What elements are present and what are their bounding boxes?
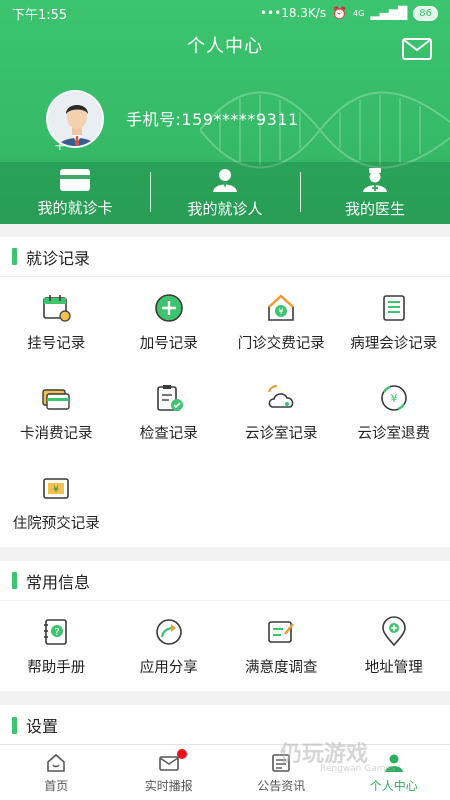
quick-access-bar: 我的就诊卡 我的就诊人 我的医生: [0, 162, 450, 224]
notification-badge: [176, 749, 187, 759]
grid-label: 满意度调查: [245, 659, 318, 676]
signal-icon: ▂▄▆█: [370, 6, 408, 20]
section-title: 就诊记录: [0, 237, 450, 277]
help-book-icon: ?: [44, 618, 68, 645]
svg-text:¥: ¥: [390, 392, 397, 405]
card-icon: [60, 168, 90, 191]
doctor-icon: [363, 167, 387, 192]
home-icon: [47, 753, 66, 772]
survey-edit-icon: [268, 620, 295, 643]
network-type: 4G: [353, 8, 365, 18]
common-info-section: 常用信息 ? 帮助手册 应用分享 满意度调查 地址管理: [0, 561, 450, 691]
watermark: 仍玩游戏 Rengwan Games: [280, 736, 396, 774]
plus-decoration: +: [54, 138, 66, 154]
grid-label: 云诊室退费: [357, 425, 431, 442]
section-title-text: 就诊记录: [26, 248, 91, 268]
pathology-consult-records[interactable]: 病理会诊记录: [338, 277, 450, 367]
help-manual[interactable]: ? 帮助手册: [0, 601, 113, 691]
svg-text:?: ?: [55, 627, 60, 638]
section-title: 常用信息: [0, 561, 450, 601]
satisfaction-survey[interactable]: 满意度调查: [225, 601, 338, 691]
grid-label: 挂号记录: [27, 335, 86, 352]
person-icon: [213, 168, 237, 192]
section-title-text: 设置: [26, 717, 59, 736]
grid-label: 卡消费记录: [20, 425, 93, 442]
grid-label: 检查记录: [139, 425, 198, 442]
outpatient-payment-records[interactable]: ¥ 门诊交费记录: [225, 277, 338, 367]
quick-label: 我的医生: [344, 199, 405, 218]
page-title: 个人中心: [187, 36, 263, 57]
tab-label: 公告资讯: [257, 778, 306, 793]
tab-label: 个人中心: [369, 778, 418, 793]
watermark-subtext: Rengwan Games: [320, 764, 396, 774]
calendar-icon: [43, 294, 71, 322]
exam-records[interactable]: 检查记录: [113, 367, 226, 457]
location-pin-icon: [381, 615, 406, 646]
svg-text:¥: ¥: [279, 307, 284, 316]
cloud-clinic-refund[interactable]: ¥ 云诊室退费: [338, 367, 450, 457]
tab-home[interactable]: 首页: [0, 745, 113, 800]
grid-label: 云诊室记录: [245, 425, 318, 442]
status-time: 下午1:55: [12, 7, 68, 23]
my-doctor-button[interactable]: 我的医生: [300, 162, 450, 224]
tab-label: 首页: [44, 778, 69, 793]
section-accent: [12, 248, 17, 265]
alarm-icon: ⏰: [332, 6, 348, 20]
my-card-button[interactable]: 我的就诊卡: [0, 162, 150, 224]
grid-label: 加号记录: [139, 335, 198, 352]
wallet-card-icon: [42, 388, 70, 410]
battery-indicator: 86: [413, 5, 438, 21]
grid-label: 应用分享: [139, 659, 198, 676]
cloud-icon: [268, 384, 294, 408]
address-management[interactable]: 地址管理: [338, 601, 450, 691]
section-accent: [12, 572, 17, 589]
visit-records-section: 就诊记录 挂号记录 加号记录 ¥ 门诊交费记录 病理会诊记录 卡消费记录 检查记…: [0, 237, 450, 547]
inpatient-prepay-records[interactable]: ¥ 住院预交记录: [0, 457, 113, 547]
profile-header: 下午1:55 •••18.3K/s ⏰ 4G ▂▄▆█ 86 个人中心 + 手机…: [0, 0, 450, 224]
card-consumption-records[interactable]: 卡消费记录: [0, 367, 113, 457]
grid-label: 病理会诊记录: [350, 335, 438, 352]
report-list-icon: [382, 294, 405, 321]
status-bar: 下午1:55 •••18.3K/s ⏰ 4G ▂▄▆█ 86: [0, 0, 450, 26]
mail-icon[interactable]: [402, 38, 432, 60]
plus-circle-icon: [154, 293, 183, 322]
grid-label: 地址管理: [364, 659, 423, 676]
add-number-records[interactable]: 加号记录: [113, 277, 226, 367]
section-accent: [12, 716, 17, 734]
quick-label: 我的就诊人: [187, 199, 263, 218]
svg-text:¥: ¥: [53, 485, 59, 495]
grid-label: 住院预交记录: [12, 515, 100, 532]
cloud-clinic-records[interactable]: 云诊室记录: [225, 367, 338, 457]
network-speed: •••18.3K/s: [259, 6, 327, 20]
phone-number: 手机号:159*****9311: [126, 110, 299, 129]
money-folder-icon: ¥: [43, 477, 70, 499]
grid-label: 帮助手册: [27, 659, 86, 676]
app-share[interactable]: 应用分享: [113, 601, 226, 691]
share-icon: [155, 618, 182, 645]
grid-label: 门诊交费记录: [237, 335, 325, 352]
quick-label: 我的就诊卡: [37, 198, 113, 217]
house-yuan-icon: ¥: [268, 293, 295, 321]
clipboard-check-icon: [156, 384, 183, 411]
section-title-text: 常用信息: [26, 572, 91, 592]
my-patient-button[interactable]: 我的就诊人: [150, 162, 300, 224]
registration-records[interactable]: 挂号记录: [0, 277, 113, 367]
tab-label: 实时播报: [144, 778, 193, 793]
refund-icon: ¥: [380, 384, 407, 411]
tab-live-broadcast[interactable]: 实时播报: [113, 745, 226, 800]
